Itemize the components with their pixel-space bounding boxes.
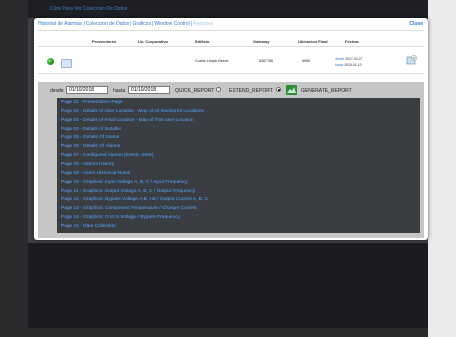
- modal-header: Historial de Alarmas|Coleccion de Datos|…: [34, 18, 428, 30]
- header-us-corporativo: Us. Corporativo: [138, 39, 169, 44]
- quick-report-radio[interactable]: [216, 87, 221, 92]
- date-range-hasta: hasta 2018-01-10: [335, 63, 362, 67]
- extend-report-label: EXTEND_REPORT: [229, 88, 273, 94]
- background-data-link[interactable]: Click Para Ver Coleccion De Datos: [50, 6, 127, 12]
- quick-report-label: QUICK_REPORT: [175, 88, 215, 94]
- page-link[interactable]: Page 07 - Configured Alarms (EMAIL-SMS): [61, 153, 154, 158]
- generate-report-icon[interactable]: [286, 85, 297, 95]
- cell-edificio: Cuarto Limpio Beech: [195, 59, 229, 63]
- tab-historial-alarmas[interactable]: Historial de Alarmas: [38, 21, 82, 27]
- hasta-date-input[interactable]: [128, 86, 170, 94]
- table-row-divider: [38, 73, 424, 74]
- desde-label: desde: [50, 88, 64, 94]
- page-link[interactable]: Page 08 - Alarms History: [61, 162, 114, 167]
- header-proveedores: Proveedores: [92, 39, 117, 44]
- page-link[interactable]: Page 09 - Alarm Historical Notes: [61, 171, 130, 176]
- page-link[interactable]: Page 11 - Graphics: Output Voltage A, B,…: [61, 189, 195, 194]
- status-online-icon: [47, 58, 54, 65]
- hasta-value: 2018-01-10: [344, 63, 362, 67]
- report-action-icon[interactable]: [406, 55, 418, 66]
- page-link[interactable]: Page 03 - Details of Final Location - Ma…: [61, 118, 194, 123]
- page-link[interactable]: Page 06 - Details Of Alarms: [61, 144, 120, 149]
- tab-coleccion-datos[interactable]: Coleccion de Datos: [86, 21, 129, 27]
- header-fechas: Fechas: [345, 39, 359, 44]
- header-divider: [38, 30, 424, 31]
- cell-gateway: 6387766: [259, 59, 273, 63]
- date-range-desde: desde 2017-02-27: [335, 57, 363, 61]
- generate-report-button[interactable]: GENERATE_REPORT: [301, 88, 352, 94]
- hasta-key: hasta: [335, 63, 344, 67]
- header-ubicacion-final: Ubicacion Final: [298, 39, 328, 44]
- modal-tabs: Historial de Alarmas|Coleccion de Datos|…: [38, 18, 213, 30]
- page-right-margin: [428, 0, 456, 337]
- background-lower-area: [28, 243, 428, 328]
- page-link[interactable]: Page 01 - Presentation Page: [61, 100, 123, 105]
- device-icon[interactable]: [61, 59, 72, 68]
- page-link[interactable]: Page 14 - Graphics: G to N Voltage / Byp…: [61, 215, 180, 220]
- cell-ubicacion: 8955: [302, 59, 310, 63]
- header-gateway: Gateway: [253, 39, 270, 44]
- tab-window-control[interactable]: Window Control: [154, 21, 189, 27]
- page-link[interactable]: Page 15 - Data Collection: [61, 224, 116, 229]
- page-link[interactable]: Page 05 - Details Of Status: [61, 135, 119, 140]
- page-link[interactable]: Page 13 - Graphics: Component Temperatur…: [61, 206, 197, 211]
- tab-graficos[interactable]: Graficos: [132, 21, 151, 27]
- page-link[interactable]: Page 02 - Details of User Location - Map…: [61, 109, 204, 114]
- page-link[interactable]: Page 12 - Graphics: Bypass Voltage A,B, …: [61, 197, 208, 202]
- page-link[interactable]: Page 04 - Details of Installer: [61, 127, 121, 132]
- tab-reportes[interactable]: Reportes: [193, 21, 213, 27]
- close-button[interactable]: Close: [409, 18, 423, 30]
- desde-key: desde: [335, 57, 345, 61]
- extend-report-radio[interactable]: [276, 87, 281, 92]
- desde-value: 2017-02-27: [345, 57, 363, 61]
- header-edificio: Edificio: [195, 39, 210, 44]
- page-link[interactable]: Page 10 - Graphics: Input Voltage A, B, …: [61, 180, 188, 185]
- hasta-label: hasta: [113, 88, 126, 94]
- table-header-divider: [38, 46, 424, 47]
- desde-date-input[interactable]: [66, 86, 108, 94]
